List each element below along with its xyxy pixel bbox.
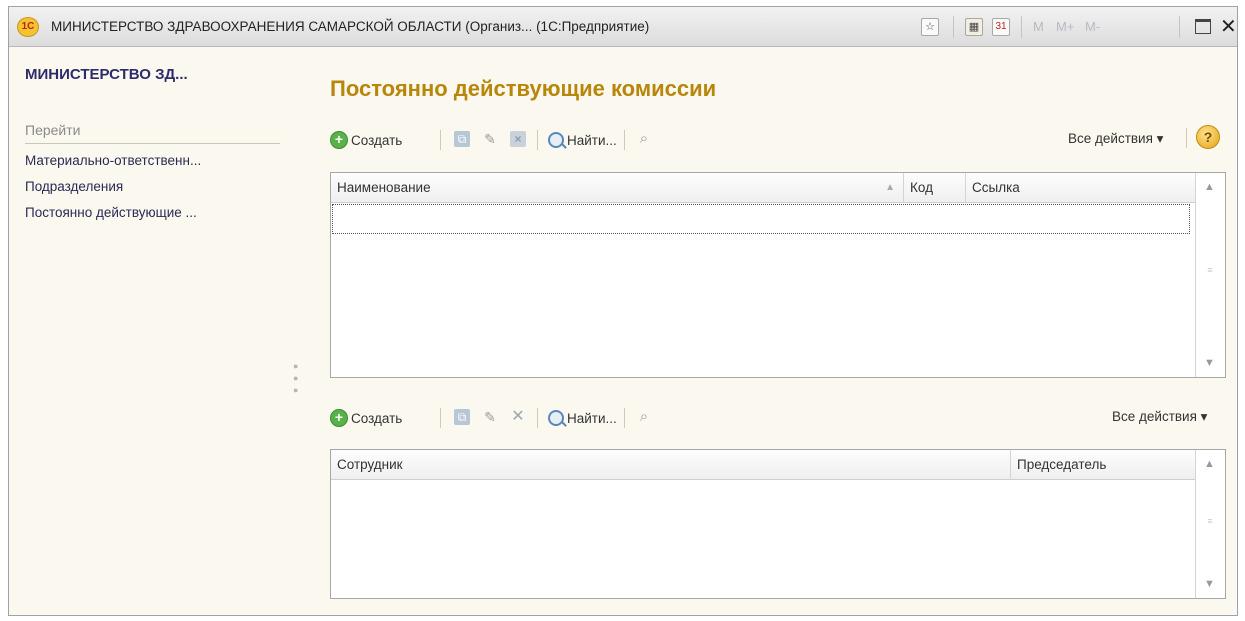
1c-logo-icon[interactable]: 1С [17, 17, 39, 37]
scroll-thumb[interactable]: ≡ [1203, 516, 1217, 532]
create-button-label: Создать [351, 132, 403, 148]
scroll-down-arrow-icon[interactable]: ▼ [1204, 578, 1215, 590]
cancel-search-icon[interactable]: ⌕ [636, 409, 652, 425]
sidebar-goto-heading: Перейти [25, 122, 81, 138]
sidebar-divider [25, 143, 280, 144]
maximize-icon[interactable] [1195, 19, 1211, 34]
delete-mark-icon[interactable]: × [510, 131, 526, 147]
toolbar-separator [440, 130, 441, 150]
scroll-up-arrow-icon[interactable]: ▲ [1204, 458, 1215, 470]
column-header-label: Наименование [337, 180, 431, 195]
toolbar-separator [537, 408, 538, 428]
column-header-chairman[interactable]: Председатель [1011, 450, 1195, 480]
scroll-up-arrow-icon[interactable]: ▲ [1204, 181, 1215, 193]
toolbar-separator [624, 130, 625, 150]
column-header-name[interactable]: Наименование ▲ [331, 173, 904, 203]
title-bar: 1С МИНИСТЕРСТВО ЗДРАВООХРАНЕНИЯ САМАРСКО… [9, 7, 1237, 47]
column-header-code[interactable]: Код [904, 173, 966, 203]
panel-splitter-handle[interactable]: ● ● ● [293, 360, 298, 396]
scroll-down-arrow-icon[interactable]: ▼ [1204, 357, 1215, 369]
find-button-label: Найти... [567, 132, 617, 148]
find-member-button[interactable]: Найти... [548, 407, 617, 429]
toolbar-separator [537, 130, 538, 150]
vertical-scrollbar[interactable]: ▲ ≡ ▼ [1195, 450, 1225, 598]
plus-icon: + [330, 131, 348, 149]
close-icon[interactable]: ✕ [1220, 14, 1237, 39]
delete-icon[interactable]: ✕ [510, 409, 526, 425]
column-header-link[interactable]: Ссылка [966, 173, 1195, 203]
edit-pencil-icon[interactable]: ✎ [482, 131, 498, 147]
create-member-button[interactable]: + Создать [330, 407, 402, 429]
toolbar-separator [624, 408, 625, 428]
app-window: 1С МИНИСТЕРСТВО ЗДРАВООХРАНЕНИЯ САМАРСКО… [8, 6, 1238, 616]
edit-pencil-icon[interactable]: ✎ [482, 409, 498, 425]
toolbar-separator [1186, 128, 1187, 148]
memory-m-button[interactable]: M [1033, 19, 1044, 34]
window-title: МИНИСТЕРСТВО ЗДРАВООХРАНЕНИЯ САМАРСКОЙ О… [51, 19, 650, 34]
page-title: Постоянно действующие комиссии [330, 76, 717, 101]
vertical-scrollbar[interactable]: ▲ ≡ ▼ [1195, 173, 1225, 377]
sidebar-item-responsible-persons[interactable]: Материально-ответственн... [25, 153, 201, 168]
help-icon[interactable]: ? [1196, 125, 1220, 149]
memory-plus-button[interactable]: M+ [1056, 19, 1074, 34]
calculator-icon[interactable]: ▦ [965, 18, 983, 36]
copy-icon[interactable]: ⧉ [454, 409, 470, 425]
find-button[interactable]: Найти... [548, 129, 617, 151]
table-header: Сотрудник Председатель [331, 450, 1195, 480]
titlebar-separator [1179, 16, 1180, 38]
cancel-search-icon[interactable]: ⌕ [636, 131, 652, 147]
table-row-selected[interactable] [332, 204, 1190, 234]
commissions-toolbar: + Создать ⧉ ✎ × Найти... ⌕ Все действия … [330, 125, 1220, 155]
all-actions-menu[interactable]: Все действия ▾ [1112, 409, 1207, 425]
main-content: Постоянно действующие комиссии + Создать… [306, 48, 1236, 615]
plus-icon: + [330, 409, 348, 427]
create-button[interactable]: + Создать [330, 129, 402, 151]
members-table: Сотрудник Председатель ▲ ≡ ▼ [330, 449, 1226, 599]
all-actions-menu[interactable]: Все действия ▾ [1068, 131, 1163, 147]
members-toolbar: + Создать ⧉ ✎ ✕ Найти... ⌕ Все действия … [330, 403, 1220, 433]
memory-minus-button[interactable]: M- [1085, 19, 1100, 34]
table-header: Наименование ▲ Код Ссылка [331, 173, 1195, 203]
scroll-thumb[interactable]: ≡ [1203, 265, 1217, 281]
create-button-label: Создать [351, 410, 403, 426]
copy-icon[interactable]: ⧉ [454, 131, 470, 147]
calendar-icon[interactable]: 31 [992, 18, 1010, 36]
commissions-table: Наименование ▲ Код Ссылка ▲ ≡ ▼ [330, 172, 1226, 378]
sidebar-item-permanent-commissions[interactable]: Постоянно действующие ... [25, 205, 197, 220]
find-button-label: Найти... [567, 410, 617, 426]
titlebar-separator [953, 16, 954, 38]
magnifier-icon [548, 410, 564, 426]
navigation-panel: МИНИСТЕРСТВО ЗД... Перейти Материально-о… [9, 48, 301, 615]
column-header-employee[interactable]: Сотрудник [331, 450, 1011, 480]
toolbar-separator [440, 408, 441, 428]
sort-ascending-icon: ▲ [885, 182, 895, 193]
sidebar-title[interactable]: МИНИСТЕРСТВО ЗД... [25, 66, 188, 83]
favorites-icon[interactable]: ☆ [921, 18, 939, 36]
titlebar-separator [1021, 16, 1022, 38]
magnifier-icon [548, 132, 564, 148]
sidebar-item-departments[interactable]: Подразделения [25, 179, 123, 194]
